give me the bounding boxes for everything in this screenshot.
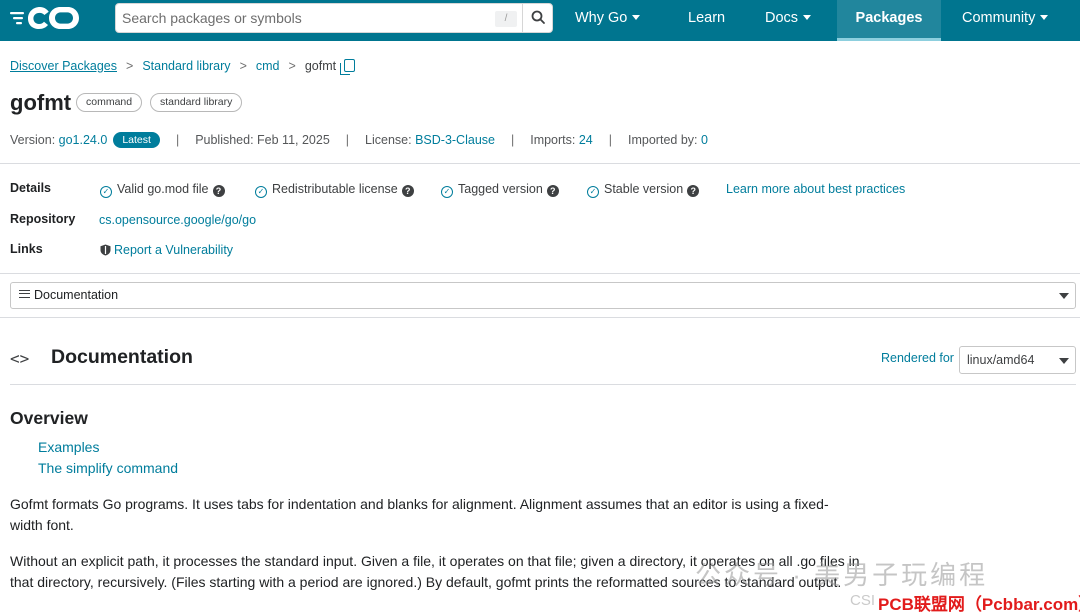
breadcrumb-discover-packages[interactable]: Discover Packages <box>10 59 117 73</box>
package-meta: Version: go1.24.0 Latest | Published: Feb 1… <box>10 132 708 148</box>
repository-label: Repository <box>10 212 76 226</box>
nav-learn[interactable]: Learn <box>688 0 725 41</box>
chevron-down-icon <box>1059 358 1069 364</box>
nav-packages[interactable]: Packages <box>837 0 941 41</box>
learn-more-link[interactable]: Learn more about best practices <box>726 182 905 196</box>
watermark: 公众号 · 美男子玩编程 <box>695 560 989 590</box>
version-link[interactable]: go1.24.0 <box>59 133 108 147</box>
check-label: Stable version <box>604 182 684 196</box>
help-icon[interactable]: ? <box>687 185 700 197</box>
version-label: Version: <box>10 133 56 147</box>
platform-select[interactable]: linux/amd64 <box>959 346 1076 374</box>
check-valid-gomod: ✓ Valid go.mod file? <box>100 182 225 198</box>
divider <box>0 163 1080 164</box>
check-circle-icon: ✓ <box>100 186 112 198</box>
chevron-down-icon <box>632 15 641 20</box>
report-vulnerability-link[interactable]: Report a Vulnerability <box>100 243 233 257</box>
chip-command[interactable]: command <box>76 93 143 112</box>
divider <box>0 317 1080 318</box>
platform-value: linux/amd64 <box>967 353 1035 367</box>
documentation-jump-label: Documentation <box>34 288 119 302</box>
copy-icon[interactable] <box>340 59 356 75</box>
documentation-heading: Documentation <box>51 346 193 368</box>
nav-why-go[interactable]: Why Go <box>575 0 641 41</box>
check-label: Tagged version <box>458 182 543 196</box>
breadcrumb-separator: > <box>239 59 247 73</box>
check-redistributable-license: ✓ Redistributable license? <box>255 182 414 198</box>
check-stable-version: ✓ Stable version? <box>587 182 700 198</box>
check-tagged-version: ✓ Tagged version? <box>441 182 559 198</box>
check-circle-icon: ✓ <box>441 186 453 198</box>
help-icon[interactable]: ? <box>212 185 225 197</box>
search-shortcut-hint: / <box>495 11 517 27</box>
nav-docs[interactable]: Docs <box>765 0 812 41</box>
divider <box>0 273 1080 274</box>
check-circle-icon: ✓ <box>255 186 267 198</box>
breadcrumb-current: gofmt <box>304 59 337 73</box>
chevron-down-icon <box>803 15 812 20</box>
page-title: gofmt <box>10 90 72 115</box>
check-label: Redistributable license <box>272 182 398 196</box>
search-button[interactable] <box>522 3 554 33</box>
breadcrumb-cmd[interactable]: cmd <box>256 59 280 73</box>
divider: | <box>608 133 613 147</box>
chevron-down-icon <box>1040 15 1049 20</box>
check-label: Valid go.mod file <box>117 182 209 196</box>
nav-community[interactable]: Community <box>962 0 1049 41</box>
nav-why-go-label: Why Go <box>575 10 628 26</box>
details-label: Details <box>10 181 51 195</box>
toc-simplify-command[interactable]: The simplify command <box>38 460 178 476</box>
license-link[interactable]: BSD-3-Clause <box>415 133 495 147</box>
report-vulnerability-label: Report a Vulnerability <box>114 243 234 257</box>
watermark-grey: CSI <box>850 592 876 609</box>
rendered-for-label: Rendered for <box>881 351 954 365</box>
chip-standard-library[interactable]: standard library <box>150 93 243 112</box>
repository-link[interactable]: cs.opensource.google/go/go <box>99 213 256 227</box>
search-box: / <box>115 3 553 33</box>
watermark-red: PCB联盟网（Pcbbar.com） <box>878 595 1080 614</box>
overview-paragraph: Gofmt formats Go programs. It uses tabs … <box>10 496 829 533</box>
search-input[interactable] <box>122 8 492 28</box>
breadcrumb-separator: > <box>288 59 296 73</box>
imports-link[interactable]: 24 <box>579 133 593 147</box>
nav-docs-label: Docs <box>765 10 799 26</box>
imported-by-link[interactable]: 0 <box>701 133 708 147</box>
nav-community-label: Community <box>962 10 1036 26</box>
divider <box>10 384 1076 385</box>
divider: | <box>345 133 350 147</box>
overview-heading: Overview <box>10 408 88 428</box>
toc-examples[interactable]: Examples <box>38 439 99 455</box>
license-label: License: <box>365 133 412 147</box>
help-icon[interactable]: ? <box>546 185 559 197</box>
go-logo[interactable] <box>10 4 84 32</box>
top-nav-bar: / Why Go Learn Docs Packages Community <box>0 0 1080 41</box>
check-circle-icon: ✓ <box>587 186 599 198</box>
shield-icon <box>100 244 111 256</box>
links-label: Links <box>10 242 43 256</box>
chevron-down-icon <box>1059 293 1069 299</box>
search-icon <box>531 10 545 24</box>
latest-badge[interactable]: Latest <box>113 132 160 148</box>
divider: | <box>175 133 180 147</box>
imports-label: Imports: <box>530 133 576 147</box>
documentation-jump-select[interactable]: Documentation <box>10 282 1076 309</box>
published-date: Published: Feb 11, 2025 <box>195 133 330 147</box>
breadcrumb-standard-library[interactable]: Standard library <box>142 59 230 73</box>
breadcrumb: Discover Packages > Standard library > cmd > g… <box>10 59 356 75</box>
help-icon[interactable]: ? <box>401 185 414 197</box>
code-brackets-icon: <> <box>10 349 30 368</box>
list-icon <box>19 290 30 298</box>
imported-by-label: Imported by: <box>628 133 698 147</box>
breadcrumb-separator: > <box>126 59 134 73</box>
divider: | <box>510 133 515 147</box>
